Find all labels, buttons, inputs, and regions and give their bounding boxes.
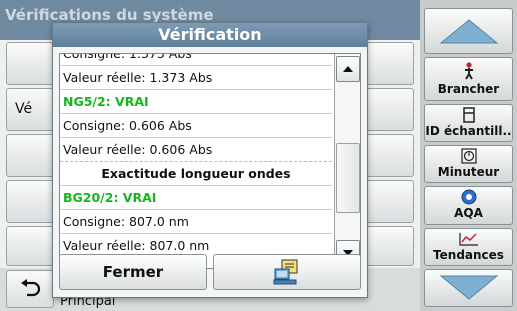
scroll-up-button[interactable] xyxy=(424,8,513,54)
back-button[interactable] xyxy=(6,270,54,308)
aqa-icon xyxy=(425,189,512,205)
list-item: Exactitude longueur ondes xyxy=(60,162,332,186)
tendances-label: Tendances xyxy=(433,248,504,262)
list-item: NG5/2: VRAI xyxy=(60,90,332,114)
trend-chart-icon xyxy=(425,231,512,247)
minuteur-button[interactable]: Minuteur xyxy=(424,145,513,183)
list-item: Consigne: 0.606 Abs xyxy=(60,114,332,138)
list-item: BG20/2: VRAI xyxy=(60,186,332,210)
close-button-label: Fermer xyxy=(102,263,164,281)
right-sidebar: Brancher ID échantill.. Minuteur AQA Ten… xyxy=(420,0,517,311)
list-item: Consigne: 1.373 Abs xyxy=(60,54,332,66)
list-item: Consigne: 807.0 nm xyxy=(60,210,332,234)
brancher-label: Brancher xyxy=(437,82,500,96)
list-scrollbar[interactable] xyxy=(334,54,360,268)
list-item: Valeur réelle: 0.606 Abs xyxy=(60,138,332,162)
aqa-button[interactable]: AQA xyxy=(424,186,513,225)
printer-computer-icon xyxy=(273,259,298,285)
brancher-button[interactable]: Brancher xyxy=(424,57,513,101)
dialog-title: Vérification xyxy=(53,23,367,47)
close-button[interactable]: Fermer xyxy=(59,254,207,290)
person-icon xyxy=(425,61,512,81)
minuteur-label: Minuteur xyxy=(437,165,500,179)
caret-up-icon xyxy=(343,66,353,72)
background-menu-button-2-label: Vé xyxy=(15,101,33,117)
verification-dialog: Vérification Consigne: 1.373 Abs Valeur … xyxy=(52,22,368,298)
back-arrow-icon xyxy=(21,279,41,297)
results-list: Consigne: 1.373 Abs Valeur réelle: 1.373… xyxy=(59,53,361,269)
list-scroll-thumb[interactable] xyxy=(336,143,360,213)
scroll-down-button[interactable] xyxy=(424,269,513,307)
sample-id-icon xyxy=(425,107,512,123)
list-item: Valeur réelle: 1.373 Abs xyxy=(60,66,332,90)
list-scroll-up-button[interactable] xyxy=(336,56,360,82)
timer-icon xyxy=(425,148,512,164)
up-triangle-icon xyxy=(439,19,498,44)
tendances-button[interactable]: Tendances xyxy=(424,228,513,266)
sample-id-button[interactable]: ID échantill.. xyxy=(424,104,513,142)
sample-id-label: ID échantill.. xyxy=(425,124,512,138)
down-triangle-icon xyxy=(439,275,498,300)
aqa-label: AQA xyxy=(454,206,483,220)
print-button[interactable] xyxy=(213,254,361,290)
